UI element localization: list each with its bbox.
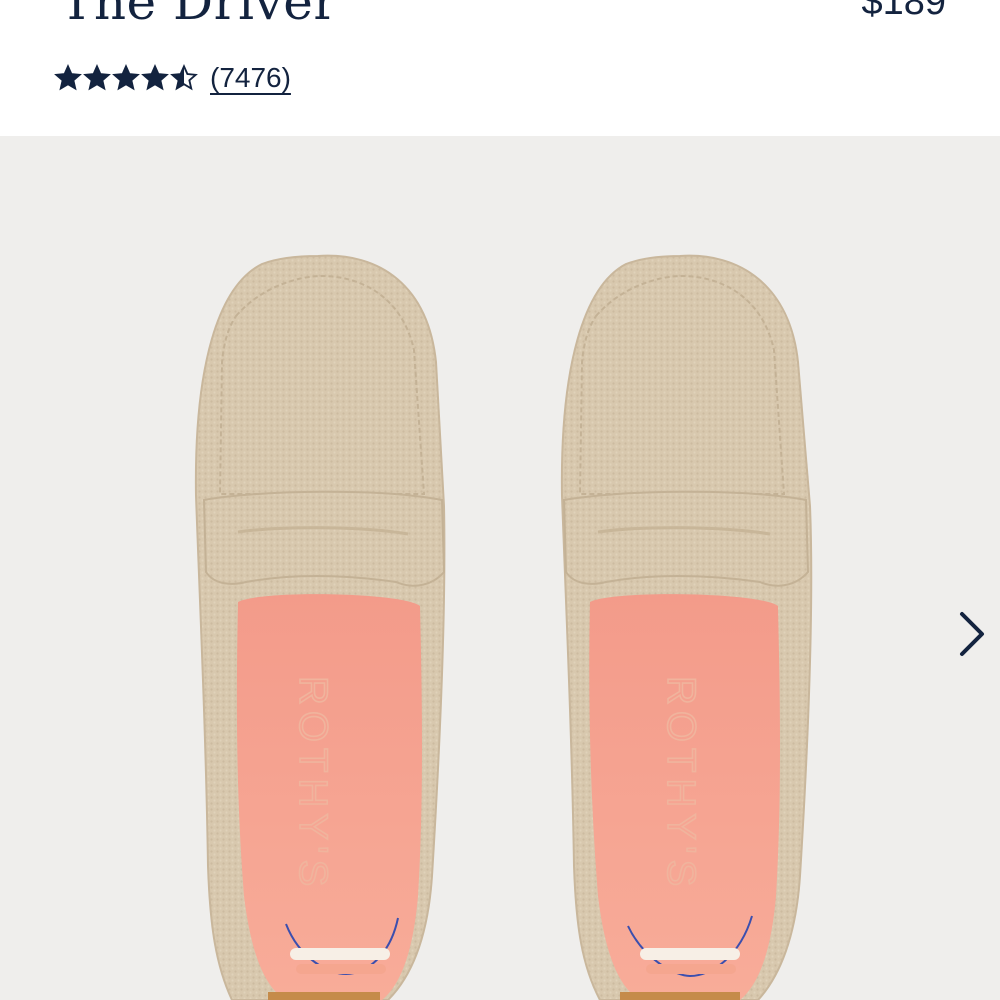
- rating-row: (7476): [54, 58, 291, 98]
- insole-logo-right: ROTHY'S: [659, 676, 703, 892]
- product-title: The Driver: [60, 0, 338, 31]
- product-image: ROTHY'S ROTHY'S: [194, 254, 813, 1000]
- product-price: $189: [861, 0, 946, 23]
- next-image-button[interactable]: [952, 606, 992, 662]
- star-full-icon: [141, 64, 169, 92]
- star-full-icon: [83, 64, 111, 92]
- left-shoe: ROTHY'S: [194, 254, 446, 1000]
- product-header: The Driver $189 (7476): [0, 0, 1000, 136]
- product-image-gallery[interactable]: ROTHY'S ROTHY'S: [0, 136, 1000, 1000]
- star-full-icon: [112, 64, 140, 92]
- right-shoe: ROTHY'S: [560, 254, 813, 1000]
- star-half-icon: [170, 64, 198, 92]
- star-full-icon: [54, 64, 82, 92]
- insole-logo-left: ROTHY'S: [291, 676, 335, 892]
- star-rating: [54, 64, 198, 92]
- review-count-link[interactable]: (7476): [210, 60, 291, 96]
- chevron-right-icon: [960, 612, 984, 656]
